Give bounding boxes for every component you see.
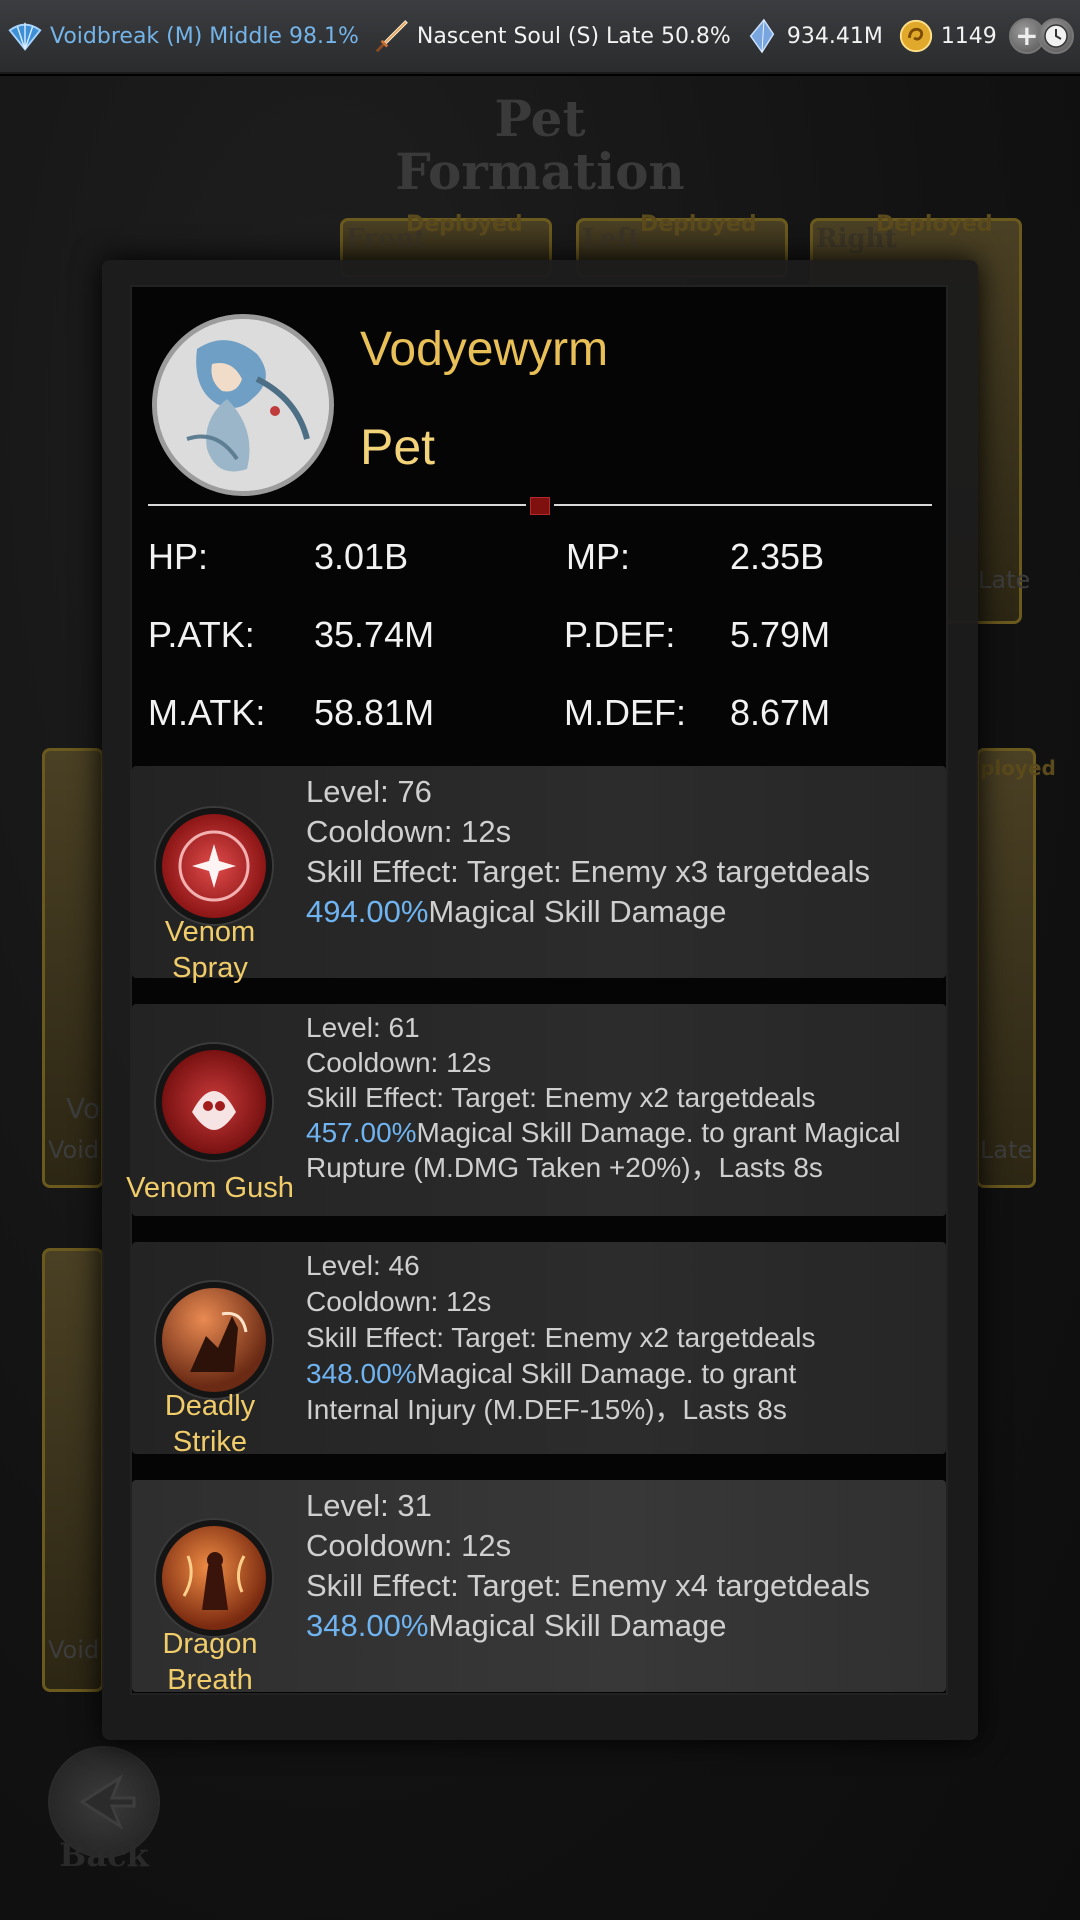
- skill-name-line1: Venom: [164, 916, 256, 948]
- slot-front-status: Deployed: [406, 212, 523, 237]
- divider-right: [554, 504, 932, 506]
- skill-damage-line: 348.00%Magical Skill Damage. to grant: [306, 1356, 946, 1392]
- hp-label: HP:: [148, 536, 209, 577]
- skill-damage-type: Magical Skill Damage: [428, 1608, 727, 1643]
- coin-icon: [899, 19, 932, 53]
- slot-left-label: Left: [582, 224, 641, 254]
- skill-name-line1: Venom Gush: [126, 1172, 294, 1204]
- skill-damage-percent: 494.00%: [306, 894, 429, 929]
- slot-right-realm: Late: [978, 566, 1031, 594]
- skill-damage-type: Magical Skill Damage: [428, 894, 727, 929]
- skill-level: Level: 61: [306, 1012, 420, 1043]
- skill-damage-line: 494.00%Magical Skill Damage: [306, 892, 946, 932]
- skill-effect: Skill Effect: Target: Enemy x2 targetdea…: [306, 1322, 816, 1353]
- skill-extra-effect: Internal Injury (M.DEF-15%)，Lasts 8s: [306, 1394, 787, 1425]
- skill-effect: Skill Effect: Target: Enemy x4 targetdea…: [306, 1568, 871, 1603]
- skill-damage-line: 348.00%Magical Skill Damage: [306, 1606, 946, 1646]
- skill-cooldown: Cooldown: 12s: [306, 814, 512, 849]
- skill-details: Level: 46 Cooldown: 12s Skill Effect: Ta…: [306, 1248, 946, 1428]
- divider-left: [148, 504, 526, 506]
- pdef-value: 5.79M: [730, 614, 831, 655]
- pet-name: Vodyewyrm: [360, 323, 609, 376]
- slot-right-side-1-status: ployed: [980, 756, 1056, 780]
- slot-left-side-2-realm: Void: [48, 1636, 100, 1664]
- skill-level: Level: 46: [306, 1250, 420, 1281]
- skill-effect: Skill Effect: Target: Enemy x2 targetdea…: [306, 1082, 816, 1113]
- skill-name-line2: Breath: [167, 1664, 253, 1696]
- coin-group[interactable]: 1149: [897, 17, 997, 55]
- add-icon: +: [1015, 19, 1039, 52]
- slot-left-side-1-realm: Void: [48, 1136, 100, 1164]
- mdef-label: M.DEF:: [564, 692, 686, 733]
- skill-details: Level: 61 Cooldown: 12s Skill Effect: Ta…: [306, 1010, 946, 1185]
- skill-level: Level: 76: [306, 774, 432, 809]
- matk-value: 58.81M: [314, 692, 435, 733]
- dragon-breath-icon: [156, 1520, 272, 1636]
- slot-right-side-1-realm: Late: [980, 1136, 1033, 1164]
- fan-icon: [8, 22, 42, 51]
- skill-level: Level: 31: [306, 1488, 432, 1523]
- skill-details: Level: 76 Cooldown: 12s Skill Effect: Ta…: [306, 772, 946, 932]
- seal-icon: [530, 497, 550, 515]
- pet-type: Pet: [360, 419, 436, 475]
- realm-text: Voidbreak (M) Middle 98.1%: [50, 23, 359, 49]
- clock-icon: [1044, 24, 1068, 48]
- deadly-strike-icon: [156, 1282, 272, 1398]
- skill-damage-percent: 348.00%: [306, 1358, 417, 1389]
- pet-portrait-image: [157, 319, 329, 491]
- skill-extra-effect: Rupture (M.DMG Taken +20%)，Lasts 8s: [306, 1152, 823, 1183]
- mp-label: MP:: [566, 536, 631, 577]
- skill-name-line2: Strike: [172, 1426, 248, 1458]
- coin-count: 1149: [940, 23, 997, 49]
- skill-damage-line: 457.00%Magical Skill Damage. to grant Ma…: [306, 1115, 946, 1150]
- matk-label: M.ATK:: [148, 692, 266, 733]
- page-title-line1: Pet: [494, 89, 586, 148]
- slot-left-status: Deployed: [640, 212, 757, 237]
- status-bar: Voidbreak (M) Middle 98.1% Nascent Soul …: [0, 0, 1080, 74]
- mp-value: 2.35B: [730, 536, 825, 577]
- slot-left-side-1-name: Vo: [66, 1092, 101, 1125]
- skill-damage-type: Magical Skill Damage. to grant: [416, 1358, 797, 1389]
- crystal-count: 934.41M: [786, 23, 883, 49]
- skill-cooldown: Cooldown: 12s: [306, 1528, 512, 1563]
- soul-group[interactable]: Nascent Soul (S) Late 50.8%: [373, 17, 731, 55]
- patk-value: 35.74M: [314, 614, 435, 655]
- slot-right-side-1[interactable]: [976, 748, 1036, 1188]
- skill-cooldown: Cooldown: 12s: [306, 1047, 492, 1078]
- pdef-label: P.DEF:: [564, 614, 676, 655]
- patk-label: P.ATK:: [148, 614, 255, 655]
- realm-group[interactable]: Voidbreak (M) Middle 98.1%: [6, 17, 359, 55]
- soul-text: Nascent Soul (S) Late 50.8%: [416, 23, 731, 49]
- skill-name-line1: Deadly: [164, 1390, 256, 1422]
- crystal-group[interactable]: 934.41M: [743, 17, 883, 55]
- slot-right-status: Deployed: [876, 212, 993, 237]
- venom-spray-icon: [156, 808, 272, 924]
- skill-damage-type: Magical Skill Damage. to grant Magical: [416, 1117, 901, 1148]
- mdef-value: 8.67M: [730, 692, 831, 733]
- venom-gush-icon: [156, 1044, 272, 1160]
- page-title-line2: Formation: [395, 142, 685, 201]
- skill-details: Level: 31 Cooldown: 12s Skill Effect: Ta…: [306, 1486, 946, 1646]
- hp-value: 3.01B: [314, 536, 409, 577]
- sword-icon: [375, 20, 408, 53]
- skill-name-line2: Spray: [172, 952, 248, 984]
- crystal-icon: [749, 18, 775, 54]
- skill-cooldown: Cooldown: 12s: [306, 1286, 492, 1317]
- skill-name-line1: Dragon: [162, 1628, 258, 1660]
- skill-damage-percent: 457.00%: [306, 1117, 417, 1148]
- back-label: Back: [59, 1836, 149, 1874]
- slot-left-side-2[interactable]: [42, 1248, 104, 1692]
- pet-portrait: [152, 314, 334, 496]
- skill-effect: Skill Effect: Target: Enemy x3 targetdea…: [306, 854, 871, 889]
- clock-button[interactable]: [1038, 18, 1074, 54]
- skill-damage-percent: 348.00%: [306, 1608, 429, 1643]
